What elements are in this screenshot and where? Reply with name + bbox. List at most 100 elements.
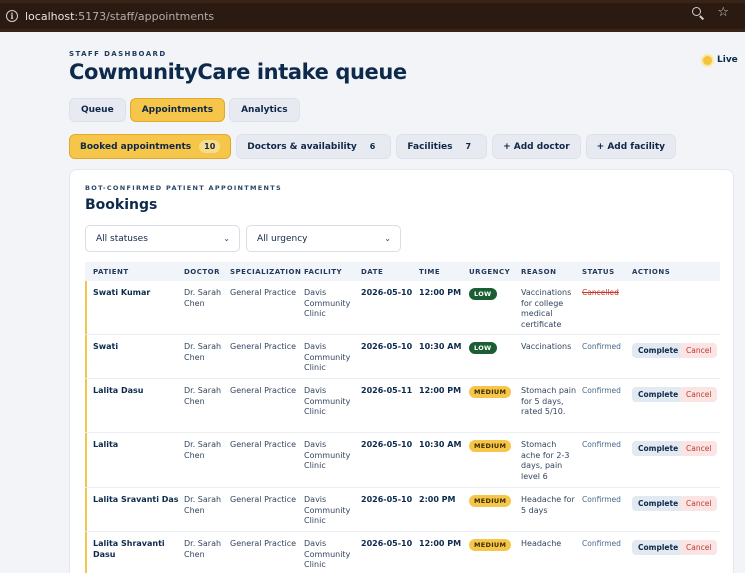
cell-specialization: General Practice <box>230 288 297 297</box>
cancel-button[interactable]: Cancel <box>680 441 718 456</box>
tab-queue[interactable]: Queue <box>69 98 126 122</box>
add-doctor-button[interactable]: + Add doctor <box>492 134 581 159</box>
row-accent-bar <box>85 335 87 378</box>
cell-date: 2026-05-11 <box>361 386 413 395</box>
cell-time: 10:30 AM <box>419 342 462 351</box>
urgency-badge: LOW <box>469 288 497 300</box>
column-header: REASON <box>521 268 557 276</box>
column-header: FACILITY <box>304 268 343 276</box>
table-header: PATIENT DOCTOR SPECIALIZATION FACILITY D… <box>85 262 720 281</box>
address-bar[interactable]: i localhost:5173/staff/appointments <box>0 3 745 29</box>
page-title: CowmunityCare intake queue <box>69 60 407 84</box>
complete-button[interactable]: Complete <box>632 387 685 402</box>
cell-patient: Swati Kumar <box>93 288 151 297</box>
cell-doctor: Dr. Sarah Chen <box>184 539 222 559</box>
urgency-badge: MEDIUM <box>469 539 512 551</box>
chevron-down-icon: ⌄ <box>384 234 391 243</box>
cell-reason: Headache for 5 days <box>521 495 575 515</box>
complete-button[interactable]: Complete <box>632 496 685 511</box>
status-filter-value: All statuses <box>96 233 148 244</box>
cancel-button[interactable]: Cancel <box>680 540 718 555</box>
add-facility-button[interactable]: + Add facility <box>585 134 677 159</box>
cell-time: 12:00 PM <box>419 288 462 297</box>
bookmark-star-icon[interactable]: ☆ <box>717 6 729 20</box>
cell-doctor: Dr. Sarah Chen <box>184 495 222 515</box>
cancel-button[interactable]: Cancel <box>680 343 718 358</box>
cell-patient: Lalita Dasu <box>93 386 144 395</box>
cell-doctor: Dr. Sarah Chen <box>184 288 222 308</box>
status-badge: Confirmed <box>582 440 621 449</box>
tab-appointments[interactable]: Appointments <box>129 98 226 122</box>
status-filter-select[interactable]: All statuses ⌄ <box>85 225 240 252</box>
site-info-icon[interactable]: i <box>6 10 18 22</box>
complete-button[interactable]: Complete <box>632 343 685 358</box>
cell-time: 12:00 PM <box>419 539 462 548</box>
tab-analytics[interactable]: Analytics <box>229 98 300 122</box>
urgency-filter-select[interactable]: All urgency ⌄ <box>246 225 401 252</box>
cell-date: 2026-05-10 <box>361 440 413 449</box>
row-accent-bar <box>85 532 87 573</box>
live-dot-icon <box>703 55 712 65</box>
subnav-label: Booked appointments <box>80 141 192 152</box>
cell-specialization: General Practice <box>230 495 297 504</box>
status-badge: Confirmed <box>582 342 621 351</box>
row-accent-bar <box>85 379 87 432</box>
cancel-button[interactable]: Cancel <box>680 387 718 402</box>
cell-patient: Lalita Shravanti Dasu <box>93 539 165 559</box>
subnav-doctors-availability[interactable]: Doctors & availability 6 <box>236 134 392 159</box>
cell-specialization: General Practice <box>230 342 297 351</box>
url-text[interactable]: localhost:5173/staff/appointments <box>25 10 214 23</box>
column-header: PATIENT <box>93 268 129 276</box>
browser-chrome: i localhost:5173/staff/appointments ☆ <box>0 0 745 32</box>
subnav-label: Doctors & availability <box>247 141 357 152</box>
cell-time: 2:00 PM <box>419 495 456 504</box>
urgency-badge: MEDIUM <box>469 495 512 507</box>
row-accent-bar <box>85 488 87 531</box>
cell-facility: Davis Community Clinic <box>304 288 351 319</box>
bookings-card: BOT-CONFIRMED PATIENT APPOINTMENTS Booki… <box>69 169 734 573</box>
cell-patient: Swati <box>93 342 119 351</box>
subnav-booked-appointments[interactable]: Booked appointments 10 <box>69 134 232 159</box>
cell-specialization: General Practice <box>230 539 297 548</box>
cell-facility: Davis Community Clinic <box>304 440 351 471</box>
table-row: Lalita Dasu Dr. Sarah Chen General Pract… <box>85 379 720 433</box>
table-row: Swati Kumar Dr. Sarah Chen General Pract… <box>85 281 720 335</box>
status-badge: Confirmed <box>582 539 621 548</box>
urgency-badge: MEDIUM <box>469 386 512 398</box>
cell-reason: Vaccinations <box>521 342 572 351</box>
complete-button[interactable]: Complete <box>632 441 685 456</box>
cell-doctor: Dr. Sarah Chen <box>184 440 222 460</box>
column-header: SPECIALIZATION <box>230 268 302 276</box>
cell-facility: Davis Community Clinic <box>304 386 351 417</box>
cell-specialization: General Practice <box>230 440 297 449</box>
status-badge: Cancelled <box>582 288 619 297</box>
column-header: DATE <box>361 268 384 276</box>
card-kicker: BOT-CONFIRMED PATIENT APPOINTMENTS <box>85 184 282 192</box>
card-title: Bookings <box>85 197 158 213</box>
live-indicator: Live <box>703 55 738 65</box>
cell-reason: Stomach pain for 5 days, rated 5/10. <box>521 386 577 417</box>
url-path: :5173/staff/appointments <box>74 9 215 23</box>
row-accent-bar <box>85 281 87 334</box>
table-row: Lalita Dr. Sarah Chen General Practice D… <box>85 433 720 488</box>
cell-reason: Vaccinations for college medical certifi… <box>521 288 572 330</box>
complete-button[interactable]: Complete <box>632 540 685 555</box>
cell-specialization: General Practice <box>230 386 297 395</box>
count-badge: 7 <box>465 142 472 151</box>
cancel-button[interactable]: Cancel <box>680 496 718 511</box>
urgency-badge: LOW <box>469 342 497 354</box>
status-badge: Confirmed <box>582 386 621 395</box>
cell-facility: Davis Community Clinic <box>304 539 351 570</box>
cell-facility: Davis Community Clinic <box>304 342 351 373</box>
url-host: localhost <box>25 9 75 23</box>
cell-reason: Headache <box>521 539 562 548</box>
cell-date: 2026-05-10 <box>361 342 413 351</box>
subnav-label: + Add facility <box>596 141 666 152</box>
column-header: TIME <box>419 268 441 276</box>
column-header: URGENCY <box>469 268 511 276</box>
cell-date: 2026-05-10 <box>361 495 413 504</box>
urgency-filter-value: All urgency <box>257 233 308 244</box>
cell-time: 12:00 PM <box>419 386 462 395</box>
zoom-icon[interactable] <box>691 6 705 20</box>
subnav-facilities[interactable]: Facilities 7 <box>396 134 488 159</box>
